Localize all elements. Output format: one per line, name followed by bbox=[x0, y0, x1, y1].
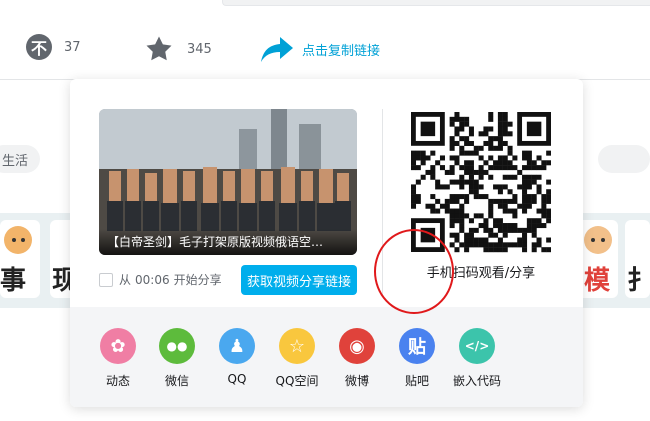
share-label: 动态 bbox=[105, 374, 130, 388]
weibo-icon: ◉ bbox=[339, 328, 375, 364]
start-from-label: 从 bbox=[119, 273, 132, 287]
banner-card: 扌 bbox=[625, 220, 650, 298]
highlight-ring bbox=[374, 229, 454, 314]
coin-icon: 不 bbox=[26, 34, 52, 60]
top-bar-edge bbox=[222, 0, 650, 6]
share-pinwheel[interactable]: ✿ 动态 bbox=[88, 328, 148, 389]
share-embed-code[interactable]: </> 嵌入代码 bbox=[447, 328, 507, 389]
share-weibo[interactable]: ◉ 微博 bbox=[327, 328, 387, 389]
start-share-label: 开始分享 bbox=[173, 273, 222, 287]
embed-code-icon: </> bbox=[459, 328, 495, 364]
tag-chip-right[interactable] bbox=[598, 145, 650, 173]
tag-chip-life[interactable]: 生活 bbox=[0, 145, 41, 173]
start-time-checkbox[interactable] bbox=[99, 272, 113, 287]
star-icon bbox=[143, 34, 175, 64]
favorite-count: 345 bbox=[187, 41, 212, 57]
banner-char: 事 bbox=[0, 266, 27, 296]
share-tieba[interactable]: 贴贴吧 bbox=[387, 328, 447, 389]
video-thumbnail[interactable]: 【白帝圣剑】毛子打架原版视频俄语空… bbox=[99, 109, 357, 255]
favorite-stat[interactable]: 345 bbox=[143, 34, 212, 64]
shiba-sticker-icon bbox=[4, 226, 32, 254]
start-time-value: 00:06 bbox=[135, 272, 170, 287]
share-arrow-icon bbox=[260, 34, 294, 64]
start-time-option[interactable]: 从 00:06 开始分享 bbox=[99, 271, 222, 288]
corgi-sticker-icon bbox=[584, 226, 612, 254]
wechat-icon: ●● bbox=[159, 328, 195, 364]
share-wechat[interactable]: ●● 微信 bbox=[147, 328, 207, 389]
banner-card: 模 bbox=[578, 220, 618, 298]
top-strip bbox=[0, 0, 650, 6]
banner-card: 事 bbox=[0, 220, 40, 298]
coin-count: 37 bbox=[64, 39, 81, 55]
share-label: QQ bbox=[227, 372, 247, 386]
qzone-star-icon: ☆ bbox=[279, 328, 315, 364]
share-label: 嵌入代码 bbox=[452, 374, 501, 388]
coin-stat[interactable]: 不 37 bbox=[26, 34, 81, 60]
share-label: 微信 bbox=[164, 374, 189, 388]
copy-link-action[interactable]: 点击复制链接 bbox=[260, 34, 380, 64]
share-qq[interactable]: ♟ QQ bbox=[207, 328, 267, 386]
share-label: QQ空间 bbox=[275, 374, 319, 388]
share-qzone-star[interactable]: ☆ QQ空间 bbox=[267, 328, 327, 389]
banner-char: 模 bbox=[584, 266, 611, 296]
get-share-link-button[interactable]: 获取视频分享链接 bbox=[241, 265, 357, 295]
qq-icon: ♟ bbox=[219, 328, 255, 364]
tieba-icon: 贴 bbox=[399, 328, 435, 364]
share-label: 微博 bbox=[344, 374, 369, 388]
pinwheel-icon: ✿ bbox=[100, 328, 136, 364]
video-title: 【白帝圣剑】毛子打架原版视频俄语空… bbox=[99, 229, 357, 255]
copy-link-text: 点击复制链接 bbox=[302, 43, 381, 59]
share-label: 贴吧 bbox=[404, 374, 429, 388]
video-toolbar: 不 37 345 点击复制链接 bbox=[0, 24, 650, 74]
tag-label: 生活 bbox=[2, 153, 29, 169]
banner-char: 扌 bbox=[627, 266, 650, 296]
